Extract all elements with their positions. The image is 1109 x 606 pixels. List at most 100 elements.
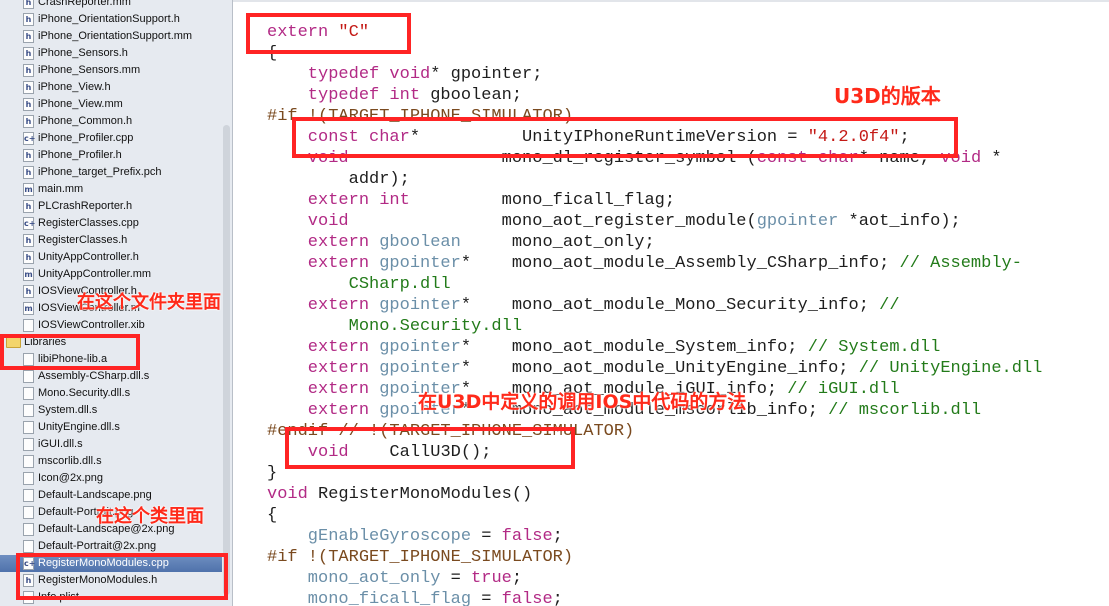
code-token: mono_aot_register_module( (348, 212, 757, 231)
file-row[interactable]: h iPhone_View.h (0, 79, 222, 96)
code-line: extern gpointer* mono_aot_module_UnityEn… (267, 358, 1043, 379)
file-name-label: UnityEngine.dll.s (38, 421, 120, 433)
code-line: extern gpointer* mono_aot_module_Assembl… (267, 253, 1022, 274)
file-name-label: iPhone_Common.h (38, 115, 133, 127)
code-token: gEnableGyroscope (267, 527, 472, 546)
code-line: extern gboolean mono_aot_only; (267, 232, 655, 253)
code-line: gEnableGyroscope = false; (267, 526, 563, 547)
code-token: int (389, 86, 421, 105)
file-row[interactable]: h PLCrashReporter.h (0, 198, 222, 215)
file-row[interactable]: iGUI.dll.s (0, 436, 222, 453)
file-row[interactable]: Mono.Security.dll.s (0, 385, 222, 402)
code-token: typedef (267, 65, 390, 84)
file-row[interactable]: c+ RegisterClasses.cpp (0, 215, 222, 232)
file-name-label: IOSViewController.xib (38, 319, 145, 331)
code-token: gpointer (379, 338, 461, 357)
file-row[interactable]: System.dll.s (0, 402, 222, 419)
code-line: extern int mono_ficall_flag; (267, 190, 675, 211)
code-token: false (501, 527, 553, 546)
code-token: { (267, 506, 278, 525)
code-token: gboolean; (420, 86, 523, 105)
m-file-icon: m (23, 268, 34, 281)
code-token: * mono_aot_module_System_info; (460, 338, 808, 357)
code-line: void RegisterMonoModules() (267, 484, 532, 505)
callout-call-method: 在U3D中定义的调用IOS中代码的方法 (418, 391, 747, 413)
callout-in-class: 在这个类里面 (96, 506, 204, 527)
code-token: } (267, 464, 278, 483)
code-token: void (389, 65, 431, 84)
code-token: extern (267, 296, 380, 315)
code-line: Mono.Security.dll (267, 316, 522, 337)
annotation-box-callu3d (285, 427, 575, 469)
code-token: gpointer (756, 212, 839, 231)
file-row[interactable]: Assembly-CSharp.dll.s (0, 368, 222, 385)
callout-in-folder: 在这个文件夹里面 (77, 292, 221, 313)
file-name-label: UnityAppController.h (38, 251, 139, 263)
m-file-icon: m (23, 183, 34, 196)
h-file-icon: h (23, 166, 34, 179)
code-token: int (379, 191, 410, 210)
code-token: mono_ficall_flag (267, 590, 472, 606)
file-name-label: RegisterClasses.h (38, 234, 128, 246)
file-row[interactable]: IOSViewController.xib (0, 317, 222, 334)
s-file-icon (23, 370, 34, 383)
file-row[interactable]: h iPhone_OrientationSupport.h (0, 11, 222, 28)
code-token: RegisterMonoModules() (307, 485, 533, 504)
h-file-icon: h (23, 285, 34, 298)
code-line: addr); (267, 169, 410, 190)
file-name-label: Assembly-CSharp.dll.s (38, 370, 150, 382)
code-token: void (267, 212, 349, 231)
code-token: * mono_aot_module_Mono_Security_info; (460, 296, 880, 315)
file-name-label: iPhone_target_Prefix.pch (38, 166, 162, 178)
code-token: = (471, 527, 502, 546)
file-row[interactable]: h iPhone_Profiler.h (0, 147, 222, 164)
code-line: typedef int gboolean; (267, 85, 522, 106)
file-row[interactable]: m main.mm (0, 181, 222, 198)
annotation-box-registermono (16, 553, 228, 600)
code-token: mono_aot_only; (460, 233, 655, 252)
file-name-label: mscorlib.dll.s (38, 455, 102, 467)
code-token: gpointer (379, 359, 461, 378)
image-file-icon (23, 472, 34, 485)
file-row[interactable]: h RegisterClasses.h (0, 232, 222, 249)
code-token: ; (552, 527, 563, 546)
code-token: true (471, 569, 512, 588)
file-row[interactable]: m UnityAppController.mm (0, 266, 222, 283)
file-name-label: main.mm (38, 183, 84, 195)
file-row[interactable]: c+ iPhone_Profiler.cpp (0, 130, 222, 147)
file-row[interactable]: mscorlib.dll.s (0, 453, 222, 470)
file-name-label: PLCrashReporter.h (38, 200, 133, 212)
code-token: extern (267, 359, 380, 378)
file-row[interactable]: h UnityAppController.h (0, 249, 222, 266)
file-name-label: iPhone_OrientationSupport.mm (38, 30, 193, 42)
annotation-box-version (292, 117, 958, 158)
code-token: ; (552, 590, 563, 606)
code-token: extern (267, 254, 380, 273)
code-token: extern (267, 401, 380, 420)
code-token: // UnityEngine.dll (858, 359, 1043, 378)
code-token: typedef (267, 86, 390, 105)
h-file-icon: h (23, 251, 34, 264)
file-row[interactable]: h CrashReporter.mm (0, 0, 222, 11)
file-row[interactable]: h iPhone_Sensors.mm (0, 62, 222, 79)
code-line: mono_ficall_flag = false; (267, 589, 563, 606)
file-row[interactable]: UnityEngine.dll.s (0, 419, 222, 436)
file-row[interactable]: h iPhone_Common.h (0, 113, 222, 130)
file-row[interactable]: h iPhone_OrientationSupport.mm (0, 28, 222, 45)
file-row[interactable]: h iPhone_Sensors.h (0, 45, 222, 62)
h-file-icon: h (23, 0, 34, 9)
code-line: void mono_aot_register_module(gpointer *… (267, 211, 961, 232)
code-token: // Assembly- (899, 254, 1022, 273)
file-row[interactable]: Icon@2x.png (0, 470, 222, 487)
code-editor[interactable]: extern "C"{ typedef void* gpointer; type… (233, 0, 1109, 606)
code-token: ; (511, 569, 523, 588)
code-line: extern gpointer* mono_aot_module_System_… (267, 337, 941, 358)
s-file-icon (23, 387, 34, 400)
file-row[interactable]: h iPhone_target_Prefix.pch (0, 164, 222, 181)
file-name-label: Icon@2x.png (38, 472, 103, 484)
code-token: * gpointer; (430, 65, 543, 84)
xib-file-icon (23, 319, 34, 332)
code-token: extern (267, 338, 380, 357)
file-row[interactable]: h iPhone_View.mm (0, 96, 222, 113)
sidebar-scrollbar[interactable] (223, 125, 230, 595)
